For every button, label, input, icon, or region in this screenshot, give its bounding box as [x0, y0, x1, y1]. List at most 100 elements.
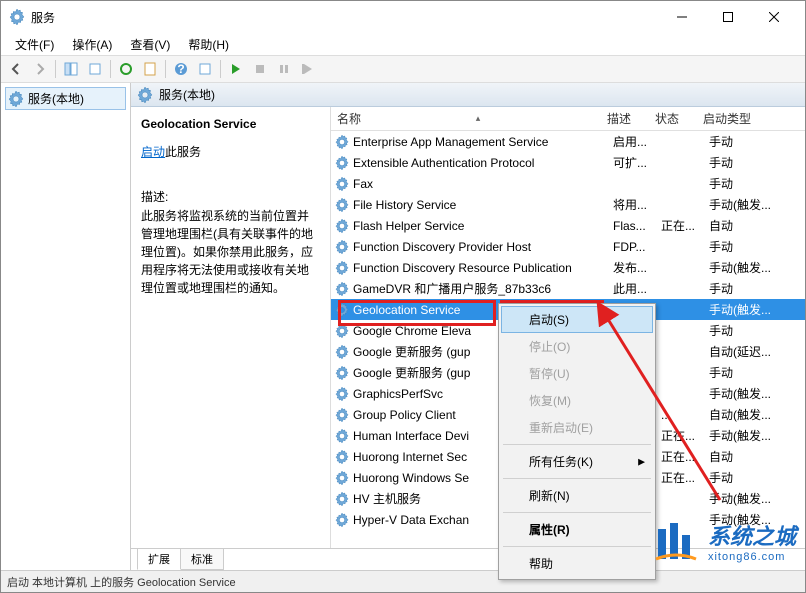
gear-icon [335, 366, 349, 380]
service-name: Enterprise App Management Service [353, 135, 613, 149]
minimize-button[interactable] [659, 1, 705, 33]
service-startup: 手动(触发... [709, 427, 801, 444]
column-startup-type[interactable]: 启动类型 [697, 107, 805, 131]
service-row[interactable]: GameDVR 和广播用户服务_87b33c6此用... 手动 [331, 278, 805, 299]
service-desc: 将用... [613, 196, 661, 213]
gear-icon [335, 198, 349, 212]
service-name: Extensible Authentication Protocol [353, 156, 613, 170]
watermark: 系统之城 xitong86.com [652, 517, 796, 565]
service-row[interactable]: Function Discovery Resource Publication发… [331, 257, 805, 278]
cm-stop: 停止(O) [501, 333, 653, 360]
titlebar: 服务 [1, 1, 805, 33]
gear-icon [335, 324, 349, 338]
gear-icon [335, 135, 349, 149]
main-header: 服务(本地) [131, 83, 805, 107]
service-desc: Flas... [613, 219, 661, 233]
list-header: 名称▴ 描述 状态 启动类型 [331, 107, 805, 131]
maximize-button[interactable] [705, 1, 751, 33]
window-title: 服务 [31, 9, 659, 26]
forward-button[interactable] [29, 58, 51, 80]
help-button[interactable]: ? [170, 58, 192, 80]
service-startup: 手动(触发... [709, 259, 801, 276]
service-startup: 自动 [709, 217, 801, 234]
cm-start[interactable]: 启动(S) [501, 306, 653, 333]
watermark-logo-icon [652, 517, 700, 565]
service-status: ... [661, 408, 709, 422]
main-split: Geolocation Service 启动此服务 描述: 此服务将监视系统的当… [131, 107, 805, 548]
cm-all-tasks[interactable]: 所有任务(K)▶ [501, 448, 653, 475]
start-service-link[interactable]: 启动 [141, 145, 165, 159]
watermark-url: xitong86.com [708, 551, 796, 563]
selected-service-name: Geolocation Service [141, 117, 320, 131]
cm-properties[interactable]: 属性(R) [501, 516, 653, 543]
pause-service-button[interactable] [273, 58, 295, 80]
service-startup: 手动 [709, 238, 801, 255]
gear-icon [335, 408, 349, 422]
statusbar: 启动 本地计算机 上的服务 Geolocation Service [1, 570, 805, 592]
service-startup: 自动(触发... [709, 406, 801, 423]
nav-label: 服务(本地) [28, 90, 84, 107]
cm-resume: 恢复(M) [501, 387, 653, 414]
service-row[interactable]: Enterprise App Management Service启用...手动 [331, 131, 805, 152]
service-row[interactable]: File History Service将用...手动(触发... [331, 194, 805, 215]
service-desc: FDP... [613, 240, 661, 254]
column-name[interactable]: 名称▴ [331, 107, 601, 131]
service-row[interactable]: Flash Helper ServiceFlas...正在...自动 [331, 215, 805, 236]
export-button[interactable] [84, 58, 106, 80]
close-button[interactable] [751, 1, 797, 33]
service-row[interactable]: Function Discovery Provider HostFDP...手动 [331, 236, 805, 257]
gear-icon [335, 177, 349, 191]
menu-help[interactable]: 帮助(H) [180, 34, 237, 55]
service-startup: 手动 [709, 175, 801, 192]
gear-icon [335, 345, 349, 359]
window: 服务 文件(F) 操作(A) 查看(V) 帮助(H) ? 服务(本地) [0, 0, 806, 593]
gear-icon [335, 429, 349, 443]
cm-divider [503, 478, 651, 479]
service-startup: 手动(触发... [709, 385, 801, 402]
gear-icon [335, 492, 349, 506]
tab-standard[interactable]: 标准 [180, 549, 224, 570]
service-desc: 可扩... [613, 154, 661, 171]
menubar: 文件(F) 操作(A) 查看(V) 帮助(H) [1, 33, 805, 55]
service-startup: 手动(触发... [709, 490, 801, 507]
service-name: Flash Helper Service [353, 219, 613, 233]
refresh-button[interactable] [115, 58, 137, 80]
stop-service-button[interactable] [249, 58, 271, 80]
description-text: 此服务将监视系统的当前位置并管理地理围栏(具有关联事件的地理位置)。如果你禁用此… [141, 207, 320, 297]
service-status: 正在... [661, 427, 709, 444]
toolbar-icon[interactable] [194, 58, 216, 80]
cm-divider [503, 512, 651, 513]
tab-extended[interactable]: 扩展 [137, 549, 181, 570]
watermark-text: 系统之城 [708, 524, 796, 549]
service-row[interactable]: Fax 手动 [331, 173, 805, 194]
service-name: Fax [353, 177, 613, 191]
cm-divider [503, 546, 651, 547]
cm-help[interactable]: 帮助 [501, 550, 653, 577]
restart-service-button[interactable] [297, 58, 319, 80]
service-status: 正在... [661, 448, 709, 465]
service-desc: 启用... [613, 133, 661, 150]
column-status[interactable]: 状态 [649, 107, 697, 131]
service-startup: 手动(触发... [709, 196, 801, 213]
gear-icon [335, 240, 349, 254]
cm-restart: 重新启动(E) [501, 414, 653, 441]
gear-icon [335, 282, 349, 296]
service-name: GameDVR 和广播用户服务_87b33c6 [353, 280, 613, 297]
column-description[interactable]: 描述 [601, 107, 649, 131]
service-desc: 此用... [613, 280, 661, 297]
service-startup: 手动 [709, 280, 801, 297]
toolbar: ? [1, 55, 805, 83]
menu-action[interactable]: 操作(A) [64, 34, 120, 55]
nav-services-local[interactable]: 服务(本地) [5, 87, 126, 110]
cm-refresh[interactable]: 刷新(N) [501, 482, 653, 509]
service-desc: 发布... [613, 259, 661, 276]
menu-view[interactable]: 查看(V) [122, 34, 178, 55]
start-service-button[interactable] [225, 58, 247, 80]
properties-button[interactable] [139, 58, 161, 80]
service-row[interactable]: Extensible Authentication Protocol可扩...手… [331, 152, 805, 173]
show-hide-tree-button[interactable] [60, 58, 82, 80]
detail-pane: Geolocation Service 启动此服务 描述: 此服务将监视系统的当… [131, 107, 331, 548]
back-button[interactable] [5, 58, 27, 80]
menu-file[interactable]: 文件(F) [7, 34, 62, 55]
submenu-arrow-icon: ▶ [638, 456, 645, 467]
